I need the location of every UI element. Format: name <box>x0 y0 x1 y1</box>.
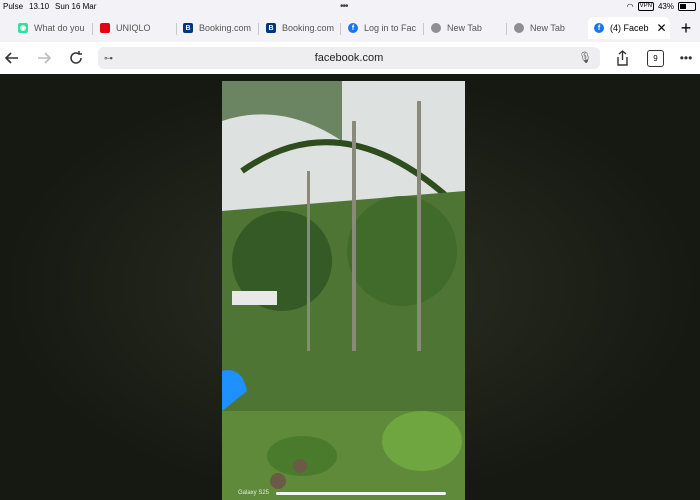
tab-label: (4) Faceb <box>610 23 649 33</box>
tab-label: Booking.com <box>199 23 252 33</box>
toolbar: ⊶ facebook.com 🎙 9 ••• <box>0 42 700 74</box>
tab-label: UNIQLO <box>116 23 151 33</box>
address-bar[interactable]: ⊶ facebook.com 🎙 <box>98 47 600 69</box>
tab-label: Booking.com <box>282 23 335 33</box>
back-arrow-icon <box>5 52 18 64</box>
reload-button[interactable] <box>66 48 86 68</box>
more-options-icon[interactable]: ••• <box>676 48 696 68</box>
share-button[interactable] <box>612 48 632 68</box>
tab-uniqlo[interactable]: UNIQLO <box>100 17 174 39</box>
time: 13.10 <box>29 2 50 11</box>
globe-icon <box>431 23 441 33</box>
camera-watermark: Galaxy S25 <box>238 490 270 496</box>
reload-icon <box>70 51 82 64</box>
url-text[interactable]: facebook.com <box>98 52 600 64</box>
globe-icon <box>514 23 524 33</box>
tab-label: New Tab <box>447 23 482 33</box>
tab-booking-1[interactable]: B Booking.com <box>183 17 253 39</box>
tab-label: New Tab <box>530 23 565 33</box>
vpn-badge: VPN <box>637 2 654 11</box>
video-content[interactable]: Galaxy S25 <box>222 81 465 500</box>
battery-icon <box>678 2 696 11</box>
tab-new-tab-2[interactable]: New Tab <box>514 17 584 39</box>
new-tab-button[interactable]: + <box>672 14 700 42</box>
tripadvisor-icon: ◉ <box>18 23 28 33</box>
facebook-icon: f <box>348 23 358 33</box>
back-to-app-label[interactable]: Pulse <box>3 2 23 11</box>
tab-booking-2[interactable]: B Booking.com <box>266 17 336 39</box>
close-tab-icon[interactable]: ✕ <box>657 21 667 35</box>
facebook-icon: f <box>594 23 604 33</box>
back-button[interactable] <box>2 48 22 68</box>
tab-overview-button[interactable]: 9 <box>647 50 664 67</box>
tab-new-tab-1[interactable]: New Tab <box>431 17 501 39</box>
tab-facebook-active[interactable]: f (4) Faceb ✕ <box>588 17 670 39</box>
home-indicator[interactable] <box>276 492 446 495</box>
palm-tree-image <box>222 81 465 500</box>
tab-log-in-facebook[interactable]: f Log in to Fac <box>348 17 418 39</box>
battery-percent: 43% <box>657 2 674 11</box>
share-icon <box>616 50 628 66</box>
wifi-icon: ◠ <box>626 2 634 11</box>
tab-what-do-you[interactable]: ◉ What do you <box>18 17 84 39</box>
tab-label: What do you <box>34 23 84 33</box>
status-bar: Pulse 13.10 Sun 16 Mar ••• ◠ VPN 43% <box>0 0 700 14</box>
booking-icon: B <box>183 23 193 33</box>
forward-arrow-icon <box>38 52 51 64</box>
booking-icon: B <box>266 23 276 33</box>
tab-label: Log in to Fac <box>364 23 417 33</box>
uniqlo-icon <box>100 23 110 33</box>
forward-button[interactable] <box>34 48 54 68</box>
multitasking-dots-icon[interactable]: ••• <box>340 1 348 12</box>
microphone-icon[interactable]: 🎙 <box>578 51 592 64</box>
tab-bar: ◉ What do you UNIQLO B Booking.com B Boo… <box>0 14 700 42</box>
date: Sun 16 Mar <box>55 2 97 11</box>
